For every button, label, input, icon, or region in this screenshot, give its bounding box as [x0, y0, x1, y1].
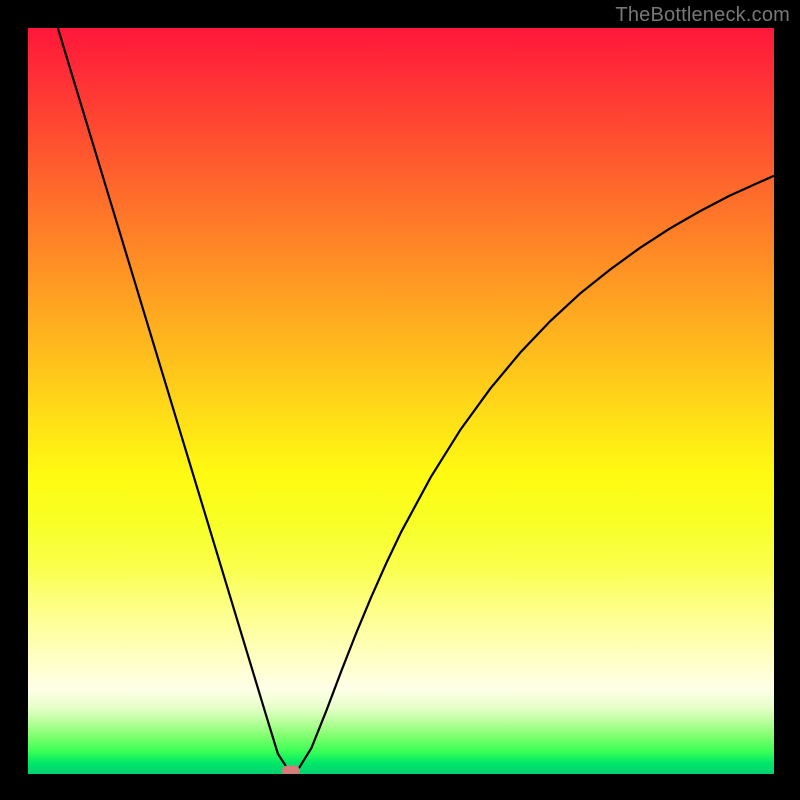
optimum-marker [282, 766, 300, 774]
bottleneck-curve [58, 28, 774, 771]
chart-plot-area [28, 28, 774, 774]
attribution-text: TheBottleneck.com [615, 4, 790, 27]
curve-svg [28, 28, 774, 774]
chart-container: TheBottleneck.com [0, 0, 800, 800]
